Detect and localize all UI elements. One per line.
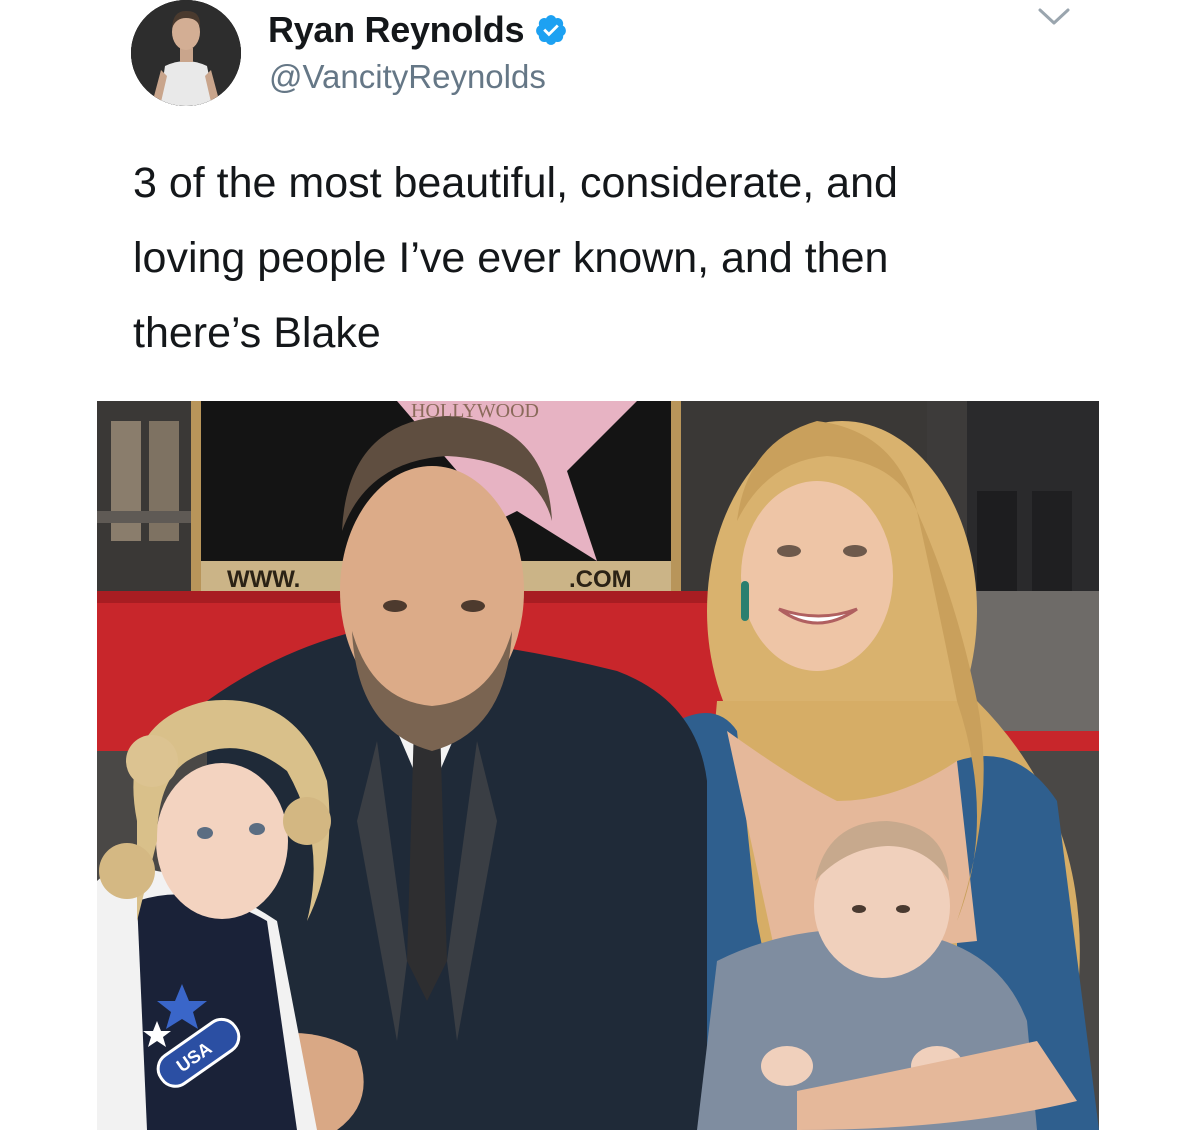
author-name-row[interactable]: Ryan Reynolds (268, 8, 568, 52)
chevron-down-icon[interactable] (1034, 4, 1074, 30)
tweet-photo[interactable]: HOLLYWOOD WWW. .COM USA (97, 401, 1099, 1130)
plaque-text-left: WWW. (227, 566, 300, 593)
verified-badge-icon (534, 13, 568, 47)
tweet-text: 3 of the most beautiful, considerate, an… (133, 159, 898, 357)
author-avatar[interactable] (131, 0, 241, 106)
plaque-text-right: .COM (569, 566, 632, 593)
author-handle[interactable]: @VancityReynolds (269, 58, 546, 96)
author-display-name[interactable]: Ryan Reynolds (268, 9, 524, 51)
tweet-card: Ryan Reynolds @VancityReynolds 3 of the … (0, 0, 1200, 1130)
